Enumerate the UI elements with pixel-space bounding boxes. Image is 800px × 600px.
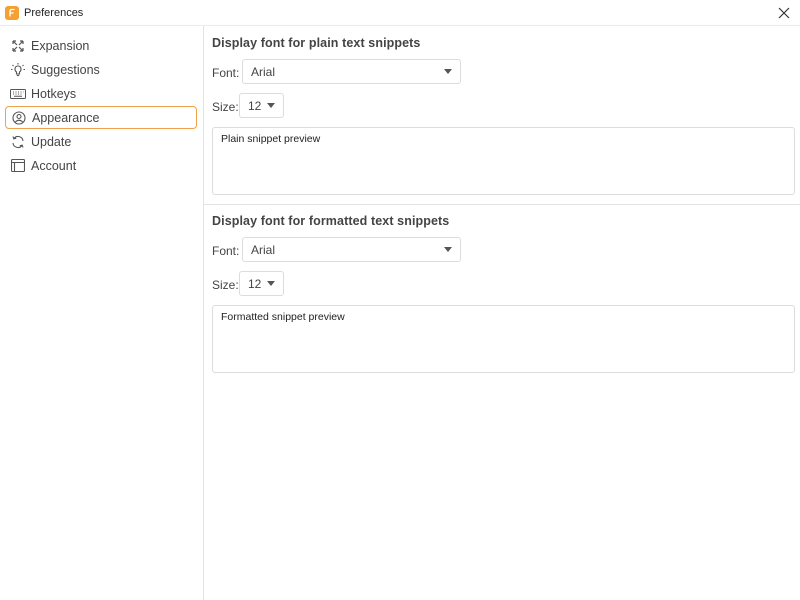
preview-text: Formatted snippet preview xyxy=(221,311,345,323)
close-icon xyxy=(778,7,790,19)
lightbulb-icon xyxy=(10,62,26,78)
sidebar-item-label: Appearance xyxy=(32,110,100,125)
size-dropdown-value: 12 xyxy=(248,276,262,291)
chevron-down-icon xyxy=(444,69,452,74)
plain-preview-box[interactable]: Plain snippet preview xyxy=(212,127,795,195)
font-label: Font: xyxy=(212,66,240,80)
preferences-window: Preferences Expansion Suggestions Hotkey… xyxy=(0,0,800,600)
section-title: Display font for plain text snippets xyxy=(212,36,421,50)
title-bar: Preferences xyxy=(0,0,800,26)
size-label: Size: xyxy=(212,100,239,114)
chevron-down-icon xyxy=(267,103,276,108)
expand-arrows-icon xyxy=(10,38,26,54)
font-dropdown-value: Arial xyxy=(251,64,276,79)
plain-font-section: Display font for plain text snippets Fon… xyxy=(212,36,795,201)
size-dropdown[interactable]: 12 xyxy=(239,93,284,118)
size-dropdown-value: 12 xyxy=(248,98,262,113)
sidebar-item-label: Hotkeys xyxy=(31,86,77,101)
appearance-panel: Display font for plain text snippets Fon… xyxy=(204,26,800,600)
formatted-preview-box[interactable]: Formatted snippet preview xyxy=(212,305,795,373)
sidebar-item-label: Account xyxy=(31,158,77,173)
font-dropdown-value: Arial xyxy=(251,242,276,257)
size-label: Size: xyxy=(212,278,239,292)
formatted-font-section: Display font for formatted text snippets… xyxy=(212,214,795,379)
app-logo-icon xyxy=(5,5,19,20)
sidebar: Expansion Suggestions Hotkeys Appearance… xyxy=(0,26,204,600)
preview-text: Plain snippet preview xyxy=(221,133,321,145)
keyboard-icon xyxy=(10,86,26,102)
font-dropdown[interactable]: Arial xyxy=(242,59,461,84)
sidebar-item-label: Update xyxy=(31,134,72,149)
window-title: Preferences xyxy=(24,6,84,19)
sidebar-item-hotkeys[interactable]: Hotkeys xyxy=(5,82,197,105)
close-button[interactable] xyxy=(774,3,794,23)
size-dropdown[interactable]: 12 xyxy=(239,271,284,296)
user-circle-icon xyxy=(11,110,27,126)
refresh-icon xyxy=(10,134,26,150)
sidebar-item-expansion[interactable]: Expansion xyxy=(5,34,197,57)
sidebar-item-suggestions[interactable]: Suggestions xyxy=(5,58,197,81)
font-label: Font: xyxy=(212,244,240,258)
sidebar-item-label: Suggestions xyxy=(31,62,100,77)
section-divider xyxy=(204,204,800,205)
sidebar-item-update[interactable]: Update xyxy=(5,130,197,153)
sidebar-item-account[interactable]: Account xyxy=(5,154,197,177)
sidebar-item-label: Expansion xyxy=(31,38,90,53)
sidebar-item-appearance[interactable]: Appearance xyxy=(5,106,197,129)
section-title: Display font for formatted text snippets xyxy=(212,214,450,228)
font-dropdown[interactable]: Arial xyxy=(242,237,461,262)
chevron-down-icon xyxy=(444,247,452,252)
chevron-down-icon xyxy=(267,281,276,286)
account-card-icon xyxy=(10,158,26,174)
